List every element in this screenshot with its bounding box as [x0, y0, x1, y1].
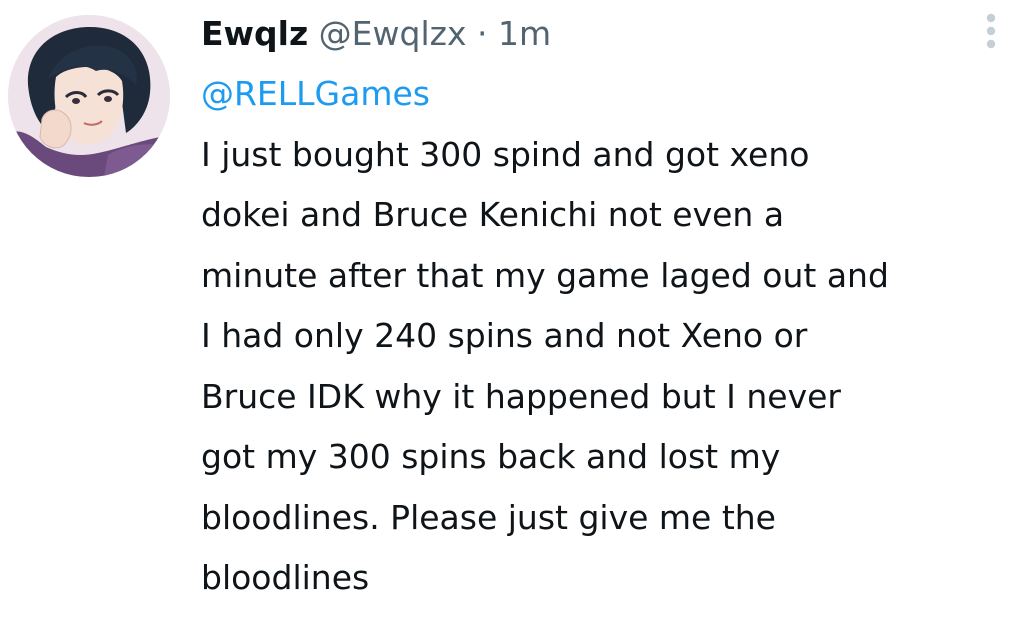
header-separator: ·: [476, 14, 488, 53]
author-display-name[interactable]: Ewqlz: [201, 14, 308, 53]
more-vertical-icon: [986, 13, 996, 49]
more-options-button[interactable]: [976, 12, 1006, 52]
reply-mention-link[interactable]: @RELLGames: [201, 74, 430, 113]
avatar-image: [8, 15, 170, 177]
tweet-timestamp[interactable]: 1m: [498, 14, 551, 53]
tweet-card: Ewqlz @Ewqlzx · 1m @RELLGames I just bou…: [0, 0, 1009, 633]
avatar[interactable]: [8, 15, 170, 177]
tweet-text: I just bought 300 spind and got xeno dok…: [201, 134, 889, 598]
tweet-body: @RELLGames I just bought 300 spind and g…: [201, 64, 1006, 609]
author-handle[interactable]: @Ewqlzx: [319, 14, 467, 53]
tweet-header: Ewqlz @Ewqlzx · 1m: [201, 14, 551, 54]
